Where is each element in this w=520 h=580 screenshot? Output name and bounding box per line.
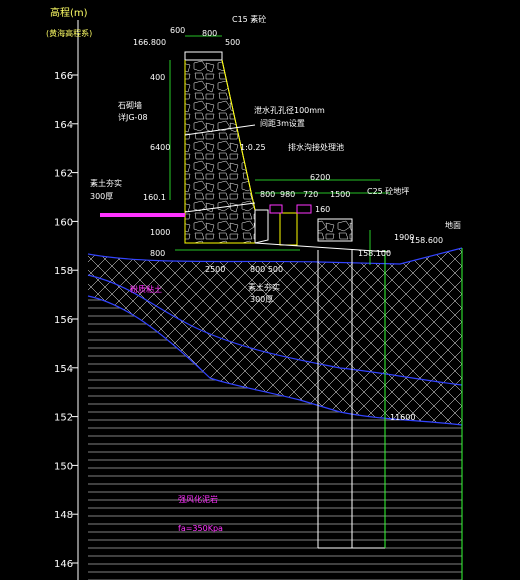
- label-1500: 1500: [330, 190, 350, 199]
- axis-tick-label: 158: [54, 266, 73, 277]
- label-ret-wall-sub: 详JG-08: [118, 112, 148, 122]
- label-11600: 11600: [390, 413, 415, 422]
- axis-tick-label: 152: [54, 413, 73, 424]
- label-500: 500: [225, 38, 240, 47]
- elevation-axis: 高程(m) (黄海高程系) 166 164 162 160 158 156 154 152 15…: [46, 6, 92, 580]
- label-1900: 1900: [394, 233, 414, 242]
- axis-tick-label: 162: [54, 169, 73, 180]
- label-ground: 地面: [445, 220, 461, 230]
- label-980: 980: [280, 190, 295, 199]
- label-800: 800: [202, 29, 217, 38]
- drain-channel: [279, 212, 298, 246]
- label-rock-layer: 强风化泥岩: [178, 494, 218, 504]
- label-160: 160: [315, 205, 330, 214]
- cad-drawing: 高程(m) (黄海高程系) 166 164 162 160 158 156 154 152 15…: [46, 6, 463, 580]
- axis-subtitle: (黄海高程系): [46, 28, 92, 38]
- label-ret-wall: 石砌墙: [118, 100, 142, 110]
- axis-tick-label: 154: [54, 364, 73, 375]
- label-soil-fill: 素土夯实: [90, 178, 122, 188]
- label-drain: 泄水孔孔径100mm: [254, 105, 325, 115]
- axis-title: 高程(m): [50, 6, 88, 19]
- label-720: 720: [303, 190, 318, 199]
- axis-tick-label: 148: [54, 510, 73, 521]
- label-soil-fill-2: 素土夯实: [248, 282, 280, 292]
- label-slope: 1:0.25: [240, 143, 266, 152]
- wall-cap: [184, 51, 223, 61]
- axis-tick-label: 164: [54, 120, 73, 131]
- label-elev-158-6: 158.600: [410, 236, 443, 245]
- label-800b: 800: [260, 190, 275, 199]
- c25-slab: [317, 218, 353, 242]
- axis-tick-label: 160: [54, 217, 73, 228]
- label-soil-fill-sub: 300厚: [90, 192, 113, 201]
- label-800-500: 800 500: [250, 265, 283, 274]
- label-bearing: fa=350Kpa: [178, 524, 223, 533]
- label-elev-160: 160.1: [143, 193, 166, 202]
- wall-footing: [254, 209, 269, 244]
- label-400: 400: [150, 73, 165, 82]
- label-600: 600: [170, 26, 185, 35]
- axis-ticks: 166 164 162 160 158 156 154 152 150 148 146: [54, 71, 78, 570]
- axis-tick-label: 150: [54, 461, 73, 472]
- label-top-elev: 166.800: [133, 38, 166, 47]
- axis-tick-label: 146: [54, 559, 73, 570]
- label-c25: C25 砼地坪: [367, 186, 409, 196]
- label-sewer: 排水沟接处理池: [288, 142, 344, 152]
- label-6400: 6400: [150, 143, 170, 152]
- label-2500: 2500: [205, 265, 225, 274]
- label-layer-1: 粉质粘土: [130, 284, 162, 294]
- label-800c: 800: [150, 249, 165, 258]
- label-elev-158-1: 158.100: [358, 249, 391, 258]
- label-c15: C15 素砼: [232, 14, 266, 24]
- axis-tick-label: 166: [54, 71, 73, 82]
- label-1000: 1000: [150, 228, 170, 237]
- label-6200: 6200: [310, 173, 330, 182]
- axis-tick-label: 156: [54, 315, 73, 326]
- label-drain-sub: 间距3m设置: [260, 118, 305, 128]
- label-soil-fill-2-sub: 300厚: [250, 295, 273, 304]
